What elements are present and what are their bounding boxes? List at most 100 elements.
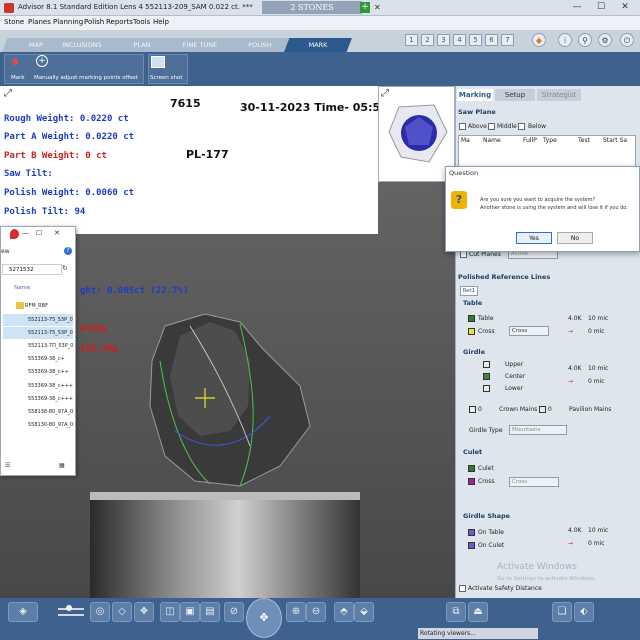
zoom-out-icon[interactable]: ⊖ [306,602,326,622]
file-row[interactable]: 553369-38_c+ [3,353,73,365]
on-culet-color[interactable] [468,542,475,549]
girdle-width[interactable]: 10 mic [588,365,608,372]
view-mode-icon[interactable]: ◈ [8,602,38,622]
pavilion-mains-count[interactable]: 0 [548,406,552,413]
power-icon[interactable]: ⏻ [620,33,634,47]
help-icon[interactable]: ? [64,247,72,255]
center-color[interactable] [483,373,490,380]
cut-planes-checkbox[interactable] [460,251,467,258]
explorer-minimize[interactable]: — [22,229,29,237]
tab-setup[interactable]: Setup [495,89,535,101]
dialog-yes-button[interactable]: Yes [516,232,552,244]
diamond-view-icon[interactable]: ◇ [112,602,132,622]
table-width[interactable]: 10 mic [588,315,608,322]
tab-polish[interactable]: POLISH [226,38,294,52]
manual-offset-label[interactable]: Manually adjust marking points offset [34,75,138,81]
menu-reports[interactable]: Reports [106,18,133,26]
file-row[interactable]: 552113-7Π_53P_00 [3,340,73,352]
tab-mark[interactable]: MARK [284,38,352,52]
upper-color[interactable] [483,361,490,368]
copy-view-icon[interactable]: ❏ [552,602,572,622]
link-icon[interactable]: ⚲ [578,33,592,47]
menu-planes[interactable]: Planes [28,18,51,26]
explorer-maximize[interactable]: ☐ [36,229,42,237]
shape-width[interactable]: 10 mic [588,527,608,534]
lighting-slider[interactable] [48,604,84,618]
flat-view-icon[interactable]: ⬘ [334,602,354,622]
crosshair-icon[interactable]: + [36,55,48,67]
above-checkbox[interactable] [459,123,466,130]
tab-strategist[interactable]: Strategist [537,89,581,101]
stone-slot-1[interactable]: 1 [405,34,418,46]
gear-icon[interactable]: ⚙ [598,33,612,47]
middle-checkbox[interactable] [488,123,495,130]
explorer-view-menu[interactable]: ew [1,248,10,255]
below-checkbox[interactable] [518,123,525,130]
stone-slot-7[interactable]: 7 [501,34,514,46]
safety-distance-checkbox[interactable] [459,585,466,592]
info-icon[interactable]: i [558,33,572,47]
close-doc-icon[interactable]: ✕ [374,3,381,12]
table-offset[interactable]: 0 mic [588,328,605,335]
rotation-dpad[interactable]: ✥ [246,598,282,638]
file-row[interactable]: 553369-38_c++++ [3,393,73,405]
menu-planning[interactable]: Planning [53,18,83,26]
pavilion-mains-color[interactable] [539,406,546,413]
tab-marking[interactable]: Marking [457,89,493,101]
address-bar[interactable]: 5271532 [2,264,62,275]
stone-slot-5[interactable]: 5 [469,34,482,46]
crown-mains-count[interactable]: 0 [478,406,482,413]
grid-view-icon[interactable]: ❖ [134,602,154,622]
facet-view-icon[interactable]: ◎ [90,602,110,622]
culet-cross-color[interactable] [468,478,475,485]
file-row[interactable]: 553369-38_c+++ [3,380,73,392]
screenshot-label[interactable]: Screen shot [150,75,183,81]
stone-icon[interactable]: ⬖ [574,602,594,622]
column-header-name[interactable]: Name [14,285,30,291]
side-view-icon[interactable]: ▣ [180,602,200,622]
tiles-view-icon[interactable]: ▦ [59,462,65,469]
menu-help[interactable]: Help [153,18,169,26]
tab-plan[interactable]: PLAN [108,38,176,52]
explorer-close[interactable]: ✕ [54,229,60,237]
cross-color[interactable] [468,328,475,335]
culet-color[interactable] [468,465,475,472]
file-row[interactable]: 553369-38_c++ [3,366,73,378]
file-row[interactable]: 552113-75_53P_00 [3,314,73,326]
culet-cross-dropdown[interactable]: Cross [509,477,559,487]
tab-fine-tune[interactable]: FINE TUNE [166,38,234,52]
layout-icon[interactable]: ⧉ [446,602,466,622]
tab-inclusions[interactable]: INCLUSIONS [48,38,116,52]
cross-dropdown[interactable]: Cross [509,326,549,336]
nav-arrows-icon[interactable]: ◆ [532,33,546,47]
file-row[interactable]: 558138-80_97A_00 [3,406,73,418]
table-color[interactable] [468,315,475,322]
mark-diamond-icon[interactable]: ♦ [10,55,26,69]
top-view-icon[interactable]: ◫ [160,602,180,622]
menu-stone[interactable]: Stone [4,18,24,26]
stone-slot-2[interactable]: 2 [421,34,434,46]
ret1-tab[interactable]: Ret1 [460,286,478,296]
crown-mains-color[interactable] [469,406,476,413]
refresh-icon[interactable]: ↻ [62,264,68,272]
mark-label[interactable]: Mark [11,75,25,81]
preview-expand-icon[interactable]: ⤢ [381,88,389,99]
tilt-view-icon[interactable]: ⬙ [354,602,374,622]
lower-color[interactable] [483,385,490,392]
menu-tools[interactable]: Tools [133,18,150,26]
dialog-no-button[interactable]: No [557,232,593,244]
screenshot-icon[interactable] [151,56,165,68]
close-button[interactable]: ✕ [618,2,632,12]
stone-slot-3[interactable]: 3 [437,34,450,46]
document-tab[interactable]: 2 STONES [262,1,362,14]
file-row[interactable]: RFM_RBF [3,300,73,312]
file-row[interactable]: 552113-75_53P_00 [3,327,73,339]
girdle-type-dropdown[interactable]: Mountains [509,425,567,435]
bottom-view-icon[interactable]: ▤ [200,602,220,622]
shape-offset[interactable]: 0 mic [588,540,605,547]
maximize-button[interactable]: ☐ [594,2,608,12]
stone-slot-6[interactable]: 6 [485,34,498,46]
menu-polish[interactable]: Polish [84,18,104,26]
stone-slot-4[interactable]: 4 [453,34,466,46]
upload-icon[interactable]: ⏏ [468,602,488,622]
